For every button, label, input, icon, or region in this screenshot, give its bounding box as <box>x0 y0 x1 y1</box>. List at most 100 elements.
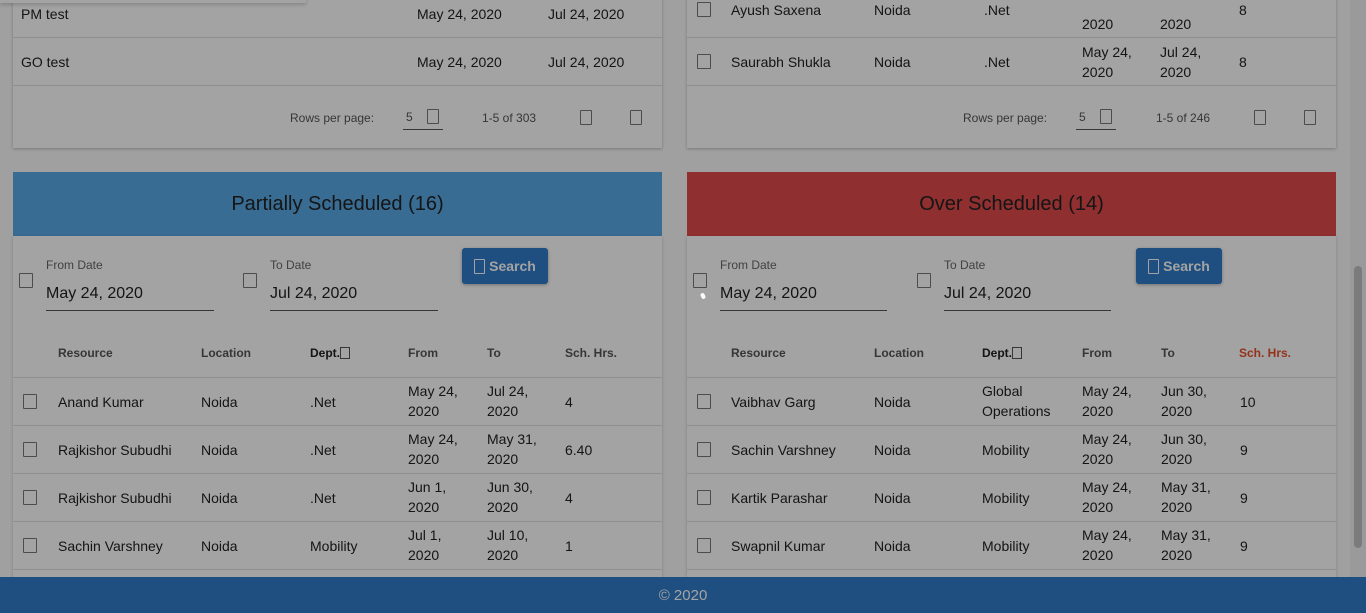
page-range: 1-5 of 303 <box>482 111 537 125</box>
col-resource[interactable]: Resource <box>731 346 786 360</box>
col-from[interactable]: From <box>1082 346 1112 360</box>
row-to: 2020 <box>1161 547 1193 563</box>
row-dept: .Net <box>310 394 336 410</box>
col-to[interactable]: To <box>1161 346 1175 360</box>
table-header: Resource Location Dept. From To Sch. Hrs… <box>687 333 1336 378</box>
scrollbar-thumb[interactable] <box>1354 266 1362 548</box>
table-header: Resource Location Dept. From To Sch. Hrs… <box>13 333 662 378</box>
table-row[interactable]: Sachin Varshney Noida Mobility May 24, 2… <box>687 426 1336 474</box>
row-from: 2020 <box>1082 403 1114 419</box>
calendar-icon[interactable] <box>243 273 257 288</box>
field-underline <box>720 310 887 311</box>
row-resource: Anand Kumar <box>58 394 144 410</box>
col-from[interactable]: From <box>408 346 438 360</box>
row-checkbox[interactable] <box>23 538 37 553</box>
calendar-icon[interactable] <box>19 273 33 288</box>
row-to: Jun 30, <box>1161 383 1207 399</box>
row-to: 2020 <box>1160 64 1192 80</box>
col-location[interactable]: Location <box>874 346 924 360</box>
search-button[interactable]: Search <box>1136 248 1222 284</box>
table-row[interactable]: Saurabh Shukla Noida .Net May 24, 2020 J… <box>687 38 1336 86</box>
next-page-icon[interactable] <box>1304 110 1316 125</box>
col-sch-hrs[interactable]: Sch. Hrs. <box>565 346 617 360</box>
row-hrs: 10 <box>1240 394 1256 410</box>
from-date-label: From Date <box>46 258 103 272</box>
prev-page-icon[interactable] <box>1254 110 1266 125</box>
prev-page-icon[interactable] <box>580 110 592 125</box>
row-hrs: 6.40 <box>565 442 593 458</box>
from-date-value[interactable]: May 24, 2020 <box>720 285 817 303</box>
row-resource: Vaibhav Garg <box>731 394 816 410</box>
search-icon <box>474 258 486 274</box>
col-location[interactable]: Location <box>201 346 251 360</box>
partially-scheduled-table: From Date May 24, 2020 To Date Jul 24, 2… <box>13 236 662 596</box>
table-row[interactable]: Sachin Varshney Noida Mobility Jul 1, 20… <box>13 522 662 570</box>
table-row[interactable]: Rajkishor Subudhi Noida .Net Jun 1, 2020… <box>13 474 662 522</box>
row-from: 2020 <box>408 499 440 515</box>
row-checkbox[interactable] <box>23 490 37 505</box>
to-date-label: To Date <box>270 258 312 272</box>
row-name: GO test <box>21 54 70 70</box>
field-underline <box>944 310 1111 311</box>
row-from: 2020 <box>1082 64 1114 80</box>
sort-icon[interactable] <box>1012 347 1022 359</box>
page-scrollbar[interactable] <box>1350 0 1366 577</box>
table-row[interactable]: Anand Kumar Noida .Net May 24, 2020 Jul … <box>13 378 662 426</box>
row-dept: Mobility <box>982 490 1030 506</box>
col-to[interactable]: To <box>487 346 501 360</box>
row-hrs: 9 <box>1240 490 1248 506</box>
search-button[interactable]: Search <box>462 248 548 284</box>
table-row[interactable]: PM test May 24, 2020 Jul 24, 2020 <box>13 0 662 38</box>
calendar-icon[interactable] <box>917 273 931 288</box>
row-from: 2020 <box>408 451 440 467</box>
col-dept[interactable]: Dept. <box>310 346 340 360</box>
col-dept[interactable]: Dept. <box>982 346 1012 360</box>
row-checkbox[interactable] <box>697 2 711 17</box>
row-checkbox[interactable] <box>697 442 711 457</box>
row-hrs: 4 <box>565 490 573 506</box>
row-from: 2020 <box>408 547 440 563</box>
table-row[interactable]: Kartik Parashar Noida Mobility May 24, 2… <box>687 474 1336 522</box>
row-checkbox[interactable] <box>697 490 711 505</box>
col-resource[interactable]: Resource <box>58 346 113 360</box>
row-dept: .Net <box>984 2 1010 18</box>
search-button-label: Search <box>1163 258 1210 274</box>
row-name: PM test <box>21 6 69 22</box>
from-date-label: From Date <box>720 258 777 272</box>
top-right-table: Ayush Saxena Noida .Net 2020 2020 8 Saur… <box>687 0 1336 148</box>
to-date-value[interactable]: Jul 24, 2020 <box>944 285 1031 303</box>
rows-per-page-select[interactable]: 5 <box>1076 106 1116 130</box>
rows-per-page-select[interactable]: 5 <box>403 106 443 130</box>
row-to: Jun 30, <box>487 479 533 495</box>
row-checkbox[interactable] <box>697 538 711 553</box>
row-resource: Rajkishor Subudhi <box>58 442 172 458</box>
row-checkbox[interactable] <box>23 394 37 409</box>
calendar-icon[interactable] <box>693 273 707 288</box>
row-from: May 24, 2020 <box>417 54 502 70</box>
table-row[interactable]: Ayush Saxena Noida .Net 2020 2020 8 <box>687 0 1336 38</box>
from-date-value[interactable]: May 24, 2020 <box>46 285 143 303</box>
row-checkbox[interactable] <box>697 54 711 69</box>
row-dept: Global <box>982 383 1023 399</box>
row-checkbox[interactable] <box>23 442 37 457</box>
sort-icon[interactable] <box>340 347 350 359</box>
col-sch-hrs[interactable]: Sch. Hrs. <box>1239 346 1291 360</box>
search-icon <box>1148 258 1160 274</box>
partially-scheduled-header: Partially Scheduled (16) <box>13 172 662 236</box>
next-page-icon[interactable] <box>630 110 642 125</box>
table-row[interactable]: GO test May 24, 2020 Jul 24, 2020 <box>13 38 662 86</box>
table-pagination: Rows per page: 5 1-5 of 303 <box>13 89 662 148</box>
row-to: 2020 <box>487 403 519 419</box>
field-underline <box>270 310 438 311</box>
row-location: Noida <box>201 538 238 554</box>
table-row[interactable]: Rajkishor Subudhi Noida .Net May 24, 202… <box>13 426 662 474</box>
table-row[interactable]: Vaibhav Garg Noida Global Operations May… <box>687 378 1336 426</box>
row-location: Noida <box>201 442 238 458</box>
row-checkbox[interactable] <box>697 394 711 409</box>
row-hrs: 4 <box>565 394 573 410</box>
rows-per-page-value: 5 <box>1079 110 1086 124</box>
table-row[interactable]: Swapnil Kumar Noida Mobility May 24, 202… <box>687 522 1336 570</box>
row-to: Jul 24, <box>487 383 529 399</box>
rows-per-page-value: 5 <box>406 110 413 124</box>
to-date-value[interactable]: Jul 24, 2020 <box>270 285 357 303</box>
